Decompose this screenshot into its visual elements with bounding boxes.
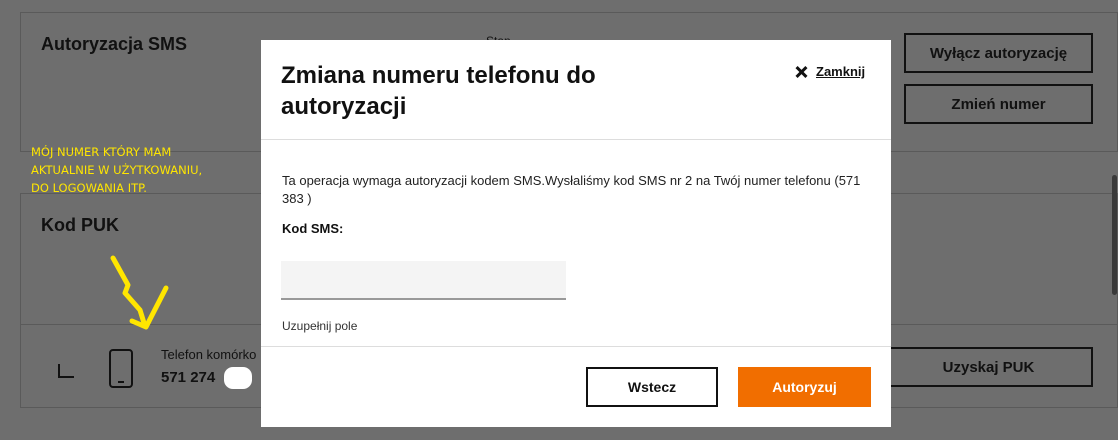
phone-number: 571 274 bbox=[161, 369, 216, 386]
arrow-annotation-icon bbox=[110, 255, 169, 330]
annotation-line-1: MÓJ NUMER KTÓRY MAM bbox=[31, 145, 172, 159]
change-phone-modal: Zmiana numeru telefonu do autoryzacji Za… bbox=[261, 40, 891, 427]
close-label[interactable]: Zamknij bbox=[816, 64, 865, 79]
redaction-mark bbox=[224, 367, 252, 389]
puk-card-title: Kod PUK bbox=[41, 215, 119, 235]
close-button[interactable]: Zamknij bbox=[794, 64, 865, 79]
page-scrollbar[interactable] bbox=[1112, 175, 1117, 295]
sms-code-input[interactable] bbox=[281, 261, 566, 300]
footer-divider bbox=[261, 346, 891, 347]
annotation-line-3: DO LOGOWANIA ITP. bbox=[31, 181, 147, 195]
back-button[interactable]: Wstecz bbox=[586, 367, 718, 407]
sms-card-title: Autoryzacja SMS bbox=[41, 34, 188, 54]
phone-label: Telefon komórko bbox=[161, 347, 257, 362]
modal-title: Zmiana numeru telefonu do autoryzacji bbox=[281, 62, 596, 120]
sms-code-label: Kod SMS: bbox=[282, 221, 344, 236]
field-hint: Uzupełnij pole bbox=[282, 319, 358, 333]
annotation-text: MÓJ NUMER KTÓRY MAM AKTUALNIE W UŻYTKOWA… bbox=[31, 143, 251, 197]
get-puk-button[interactable]: Uzyskaj PUK bbox=[884, 347, 1093, 387]
annotation-line-2: AKTUALNIE W UŻYTKOWANIU, bbox=[31, 163, 203, 177]
authorize-button[interactable]: Autoryzuj bbox=[738, 367, 871, 407]
header-divider bbox=[261, 139, 891, 140]
modal-description: Ta operacja wymaga autoryzacji kodem SMS… bbox=[282, 173, 861, 206]
change-number-button[interactable]: Zmień numer bbox=[904, 84, 1093, 124]
corner-icon bbox=[58, 364, 74, 378]
disable-authorization-button[interactable]: Wyłącz autoryzację bbox=[904, 33, 1093, 73]
close-icon[interactable] bbox=[794, 65, 808, 79]
mobile-phone-icon bbox=[109, 349, 133, 388]
